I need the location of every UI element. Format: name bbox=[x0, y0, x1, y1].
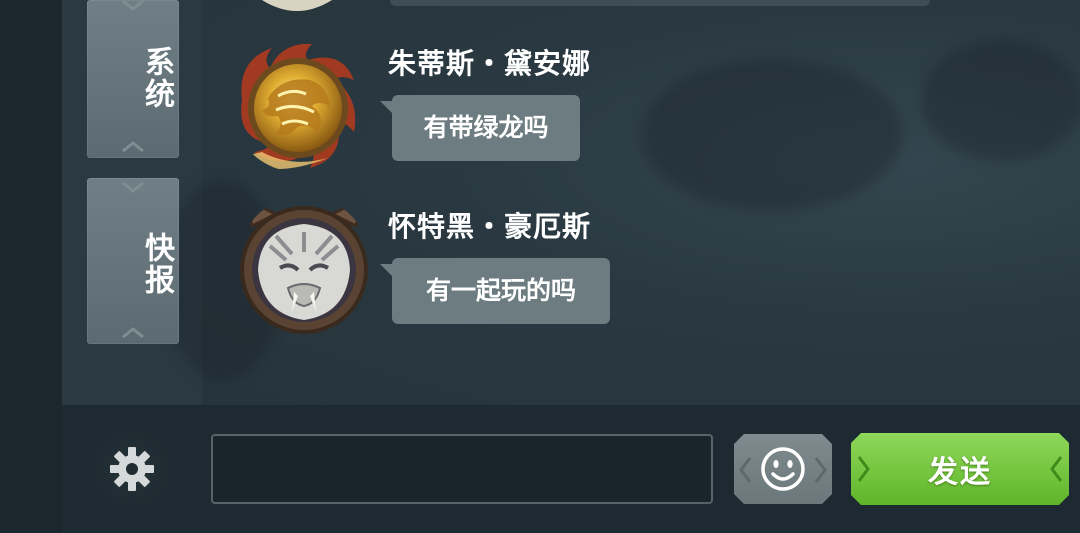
send-button-label: 发送 bbox=[928, 455, 992, 490]
arrow-right-icon bbox=[857, 456, 870, 482]
white-lion-avatar[interactable] bbox=[236, 196, 372, 336]
arrow-right-icon bbox=[814, 457, 827, 483]
tab-news-label: 快报 bbox=[139, 232, 174, 296]
left-edge-strip bbox=[0, 0, 62, 533]
tab-system[interactable]: 系统 bbox=[87, 0, 179, 158]
chevron-up-icon bbox=[122, 327, 144, 338]
message-sender-name[interactable]: 怀特黑・豪厄斯 bbox=[388, 205, 591, 245]
smiley-icon bbox=[761, 447, 805, 491]
chat-message-input[interactable] bbox=[211, 434, 713, 504]
arrow-left-icon bbox=[739, 457, 752, 483]
chat-screen: 系统 快报 朱蒂斯・黛安娜 有带绿龙吗 怀特黑・豪厄斯 有一起玩的吗 发送 bbox=[0, 0, 1080, 533]
chevron-down-icon bbox=[122, 182, 144, 193]
chevron-up-icon bbox=[122, 141, 144, 152]
message-bubble: 有一起玩的吗 bbox=[380, 258, 610, 324]
tab-news[interactable]: 快报 bbox=[87, 178, 179, 344]
gear-icon bbox=[110, 447, 154, 491]
golden-lion-crest-avatar[interactable] bbox=[232, 40, 364, 172]
message-sender-name[interactable]: 朱蒂斯・黛安娜 bbox=[388, 42, 591, 82]
chevron-down-icon bbox=[122, 0, 144, 11]
message-bubble: 有带绿龙吗 bbox=[380, 95, 580, 161]
tab-system-label: 系统 bbox=[139, 46, 174, 110]
arrow-left-icon bbox=[1050, 456, 1063, 482]
emoji-button[interactable] bbox=[734, 434, 832, 504]
send-button[interactable]: 发送 bbox=[851, 433, 1069, 505]
previous-message-bubble bbox=[390, 0, 930, 6]
settings-button[interactable] bbox=[88, 425, 176, 513]
previous-avatar-fragment bbox=[262, 0, 332, 11]
